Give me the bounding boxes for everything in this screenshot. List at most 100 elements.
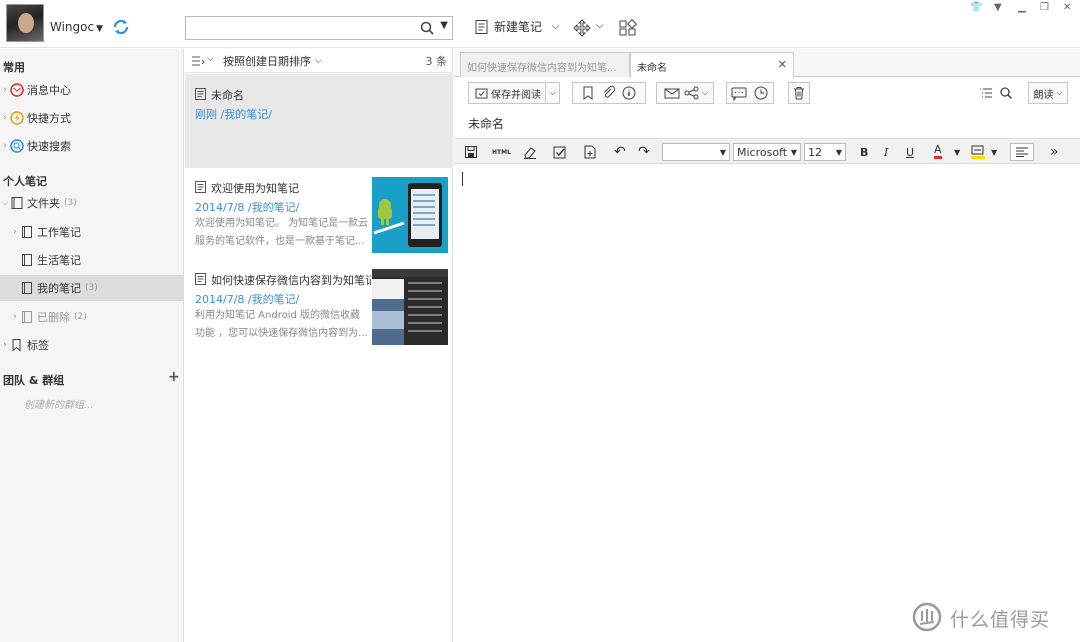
new-note-button[interactable]: 新建笔记 ⌵ xyxy=(474,18,560,35)
info-icon[interactable] xyxy=(619,85,639,101)
tab-wechat-note[interactable]: 如何快速保存微信内容到为知笔... xyxy=(460,52,630,77)
editor-pane: 如何快速保存微信内容到为知笔... 未命名 ✕ 保存并阅读 ⌵ ⌵ 朗读 ⌵ 未命名… xyxy=(454,49,1080,642)
eraser-icon[interactable] xyxy=(522,143,538,161)
bookmark-icon[interactable] xyxy=(579,85,599,101)
chevron-down-icon[interactable]: ▼ xyxy=(954,143,960,161)
menu-icon[interactable]: ▼ xyxy=(994,2,1002,13)
chevron-down-icon[interactable]: ⌵ xyxy=(545,83,559,103)
align-left-icon xyxy=(1016,147,1028,157)
highlight-icon[interactable] xyxy=(970,143,986,161)
chevron-right-icon[interactable]: › xyxy=(0,141,10,151)
note-body-editor[interactable] xyxy=(454,166,1080,642)
search-icon[interactable] xyxy=(420,21,434,35)
read-aloud-button[interactable]: 朗读 ⌵ xyxy=(1028,82,1068,104)
sidebar-item-folders[interactable]: ⌵ 文件夹 (3) xyxy=(0,190,183,216)
chevron-right-icon[interactable]: › xyxy=(0,113,10,123)
skin-icon[interactable]: 👕 xyxy=(970,2,982,13)
font-family-select[interactable]: Microsoft ▼ xyxy=(733,143,801,161)
save-and-read-button[interactable]: 保存并阅读 ⌵ xyxy=(468,82,560,104)
comment-icon[interactable] xyxy=(728,85,750,101)
chevron-down-icon[interactable]: ⌵ xyxy=(552,21,560,32)
list-header: ⌵ 按照创建日期排序 ⌵ 3 条 xyxy=(185,49,453,73)
redo-icon[interactable]: ↷ xyxy=(638,143,650,161)
style-select[interactable]: ▼ xyxy=(662,143,730,161)
minimize-icon[interactable]: ▁ xyxy=(1018,2,1026,13)
maximize-icon[interactable]: ❐ xyxy=(1040,2,1049,13)
chevron-down-icon[interactable]: ⌵ xyxy=(0,198,10,208)
trash-folder-icon xyxy=(22,311,32,323)
top-toolbar: Wingoc ▼ ▼ 新建笔记 ⌵ ⌵ 👕 ▼ ▁ ❐ ✕ xyxy=(0,0,1080,48)
chevron-down-icon[interactable]: ⌵ xyxy=(596,20,604,31)
delete-button[interactable] xyxy=(788,82,810,104)
avatar[interactable] xyxy=(6,4,44,42)
chevron-down-icon[interactable]: ⌵ xyxy=(702,88,708,98)
note-path[interactable]: /我的笔记/ xyxy=(221,108,272,121)
watermark-text: 什么值得买 xyxy=(950,609,1051,631)
chevron-right-icon[interactable]: › xyxy=(10,312,20,322)
more-tools-icon[interactable]: » xyxy=(1050,143,1059,161)
sidebar-item-quick-search[interactable]: › 快速搜索 xyxy=(0,133,183,159)
align-button[interactable] xyxy=(1010,143,1034,161)
close-tab-icon[interactable]: ✕ xyxy=(778,58,787,71)
attachment-icon[interactable] xyxy=(599,85,619,101)
layout-icon[interactable] xyxy=(618,18,638,38)
chevron-right-icon[interactable]: › xyxy=(0,85,10,95)
list-item[interactable]: 欢迎使用为知笔记 2014/7/8 /我的笔记/ 欢迎使用为知笔记。 为知笔记是… xyxy=(185,171,453,261)
list-item[interactable]: 如何快速保存微信内容到为知笔记... 2014/7/8 /我的笔记/ 利用为知笔… xyxy=(185,263,453,353)
insert-page-icon[interactable] xyxy=(582,143,598,161)
sidebar-item-my-notes[interactable]: 我的笔记 (3) xyxy=(0,275,183,301)
note-path[interactable]: /我的笔记/ xyxy=(248,293,299,306)
lightning-icon xyxy=(10,111,24,125)
android-thumbnail xyxy=(372,177,448,253)
clock-icon[interactable] xyxy=(750,85,772,101)
sidebar-item-messages[interactable]: › 消息中心 xyxy=(0,77,183,103)
font-color-button[interactable]: A xyxy=(934,143,942,159)
tab-label: 如何快速保存微信内容到为知笔... xyxy=(467,63,617,74)
undo-icon[interactable]: ↶ xyxy=(614,143,626,161)
note-title-field[interactable]: 未命名 xyxy=(468,115,504,132)
search-input[interactable]: ▼ xyxy=(185,16,453,40)
chevron-down-icon: ▼ xyxy=(790,147,797,157)
underline-button[interactable]: U xyxy=(906,143,914,161)
section-common: 常用 xyxy=(3,61,25,74)
bold-button[interactable]: B xyxy=(860,143,868,161)
user-menu[interactable]: Wingoc ▼ xyxy=(50,20,103,34)
checkbox-icon[interactable] xyxy=(552,143,568,161)
italic-button[interactable]: I xyxy=(884,143,888,161)
save-icon[interactable] xyxy=(464,143,478,161)
folder-icon xyxy=(11,197,23,209)
list-item[interactable]: 未命名 刚刚 /我的笔记/ xyxy=(185,74,453,168)
sidebar-item-deleted[interactable]: › 已删除 (2) xyxy=(0,304,183,330)
move-icon[interactable] xyxy=(572,18,592,38)
close-icon[interactable]: ✕ xyxy=(1063,2,1071,13)
find-icon[interactable] xyxy=(996,85,1016,101)
outline-icon[interactable] xyxy=(976,85,996,101)
email-icon[interactable] xyxy=(662,85,682,101)
create-group-hint[interactable]: 创建新的群组... xyxy=(24,396,94,411)
chevron-right-icon[interactable]: › xyxy=(10,227,20,237)
notebook-icon xyxy=(22,226,32,238)
chevron-down-icon[interactable]: ⌵ xyxy=(207,54,214,64)
font-size-select[interactable]: 12 ▼ xyxy=(804,143,846,161)
chevron-down-icon[interactable]: ⌵ xyxy=(315,56,322,66)
sync-icon[interactable] xyxy=(112,18,130,36)
share-icon[interactable] xyxy=(682,85,702,101)
sidebar-item-work-notes[interactable]: › 工作笔记 xyxy=(0,219,183,245)
view-mode-icon[interactable] xyxy=(191,55,205,67)
snippet-line: 欢迎使用为知笔记。 为知笔记是一款云 xyxy=(195,218,369,229)
chevron-down-icon[interactable]: ▼ xyxy=(440,20,448,31)
chevron-down-icon[interactable]: ▼ xyxy=(991,143,997,161)
note-count: 3 条 xyxy=(425,54,448,68)
sort-selector[interactable]: 按照创建日期排序 xyxy=(223,53,311,69)
sidebar-item-shortcuts[interactable]: › 快捷方式 xyxy=(0,105,183,131)
tab-untitled[interactable]: 未命名 ✕ xyxy=(630,52,794,78)
html-source-button[interactable]: HTML xyxy=(492,143,511,161)
sidebar-item-tags[interactable]: › 标签 xyxy=(0,332,183,358)
note-actions-group xyxy=(572,82,646,104)
sidebar-item-life-notes[interactable]: 生活笔记 xyxy=(0,247,183,273)
note-title: 未命名 xyxy=(211,89,244,102)
add-group-icon[interactable]: + xyxy=(168,369,180,385)
note-path[interactable]: /我的笔记/ xyxy=(248,201,299,214)
chevron-right-icon[interactable]: › xyxy=(0,340,10,350)
chevron-down-icon: ⌵ xyxy=(1056,88,1063,97)
